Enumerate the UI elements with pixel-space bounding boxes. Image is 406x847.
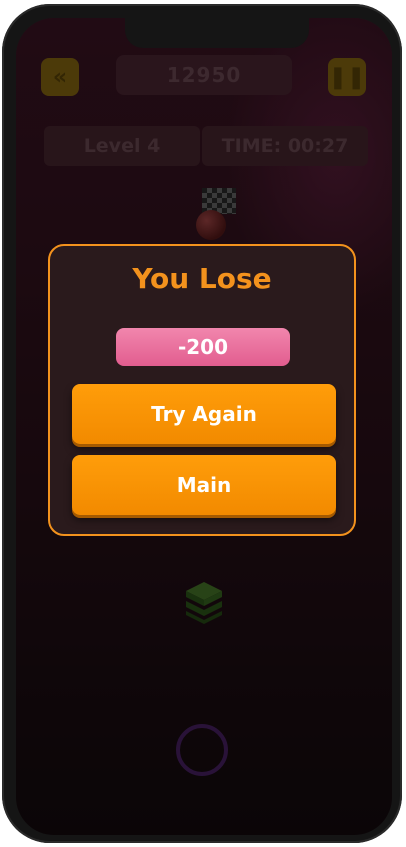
score-penalty-badge: -200	[116, 328, 290, 366]
phone-frame: « 12950 ❚❚ Level 4 TIME: 00:27 You Lose …	[0, 0, 406, 847]
dialog-title: You Lose	[132, 262, 272, 295]
main-menu-button[interactable]: Main	[72, 455, 336, 515]
device-bezel: « 12950 ❚❚ Level 4 TIME: 00:27 You Lose …	[2, 4, 402, 843]
lose-dialog: You Lose -200 Try Again Main	[48, 244, 356, 536]
try-again-button[interactable]: Try Again	[72, 384, 336, 444]
main-menu-label: Main	[176, 473, 232, 497]
penalty-value: -200	[177, 335, 229, 359]
game-screen: « 12950 ❚❚ Level 4 TIME: 00:27 You Lose …	[16, 18, 392, 835]
try-again-label: Try Again	[151, 402, 257, 426]
notch	[125, 18, 309, 48]
